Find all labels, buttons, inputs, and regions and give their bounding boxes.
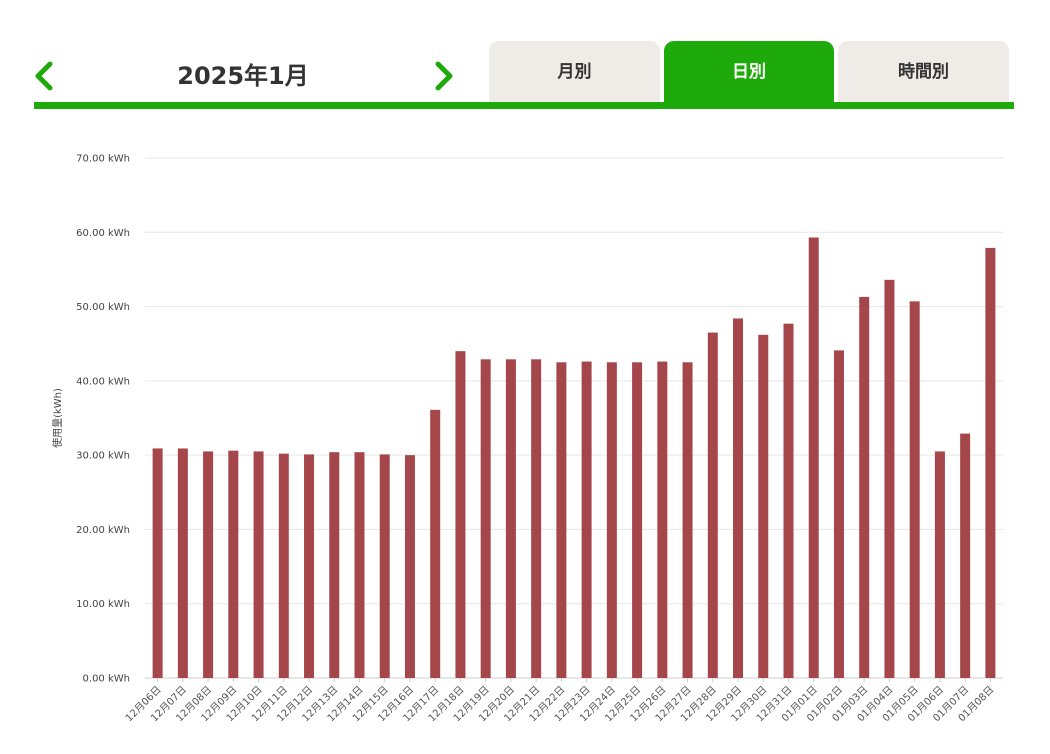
chevron-left-icon bbox=[35, 61, 53, 91]
bar[interactable] bbox=[632, 362, 643, 678]
y-tick-label: 30.00 kWh bbox=[76, 451, 130, 462]
bar[interactable] bbox=[531, 359, 542, 678]
y-tick-label: 10.00 kWh bbox=[76, 599, 130, 610]
bar[interactable] bbox=[329, 452, 340, 678]
bar[interactable] bbox=[455, 351, 466, 678]
y-tick-label: 60.00 kWh bbox=[76, 228, 130, 239]
bar[interactable] bbox=[404, 455, 415, 678]
bar[interactable] bbox=[934, 451, 945, 678]
bar[interactable] bbox=[354, 452, 365, 678]
bar[interactable] bbox=[707, 332, 718, 678]
bar[interactable] bbox=[430, 409, 441, 678]
tab-monthly[interactable]: 月別 bbox=[489, 41, 660, 103]
tab-hourly[interactable]: 時間別 bbox=[838, 41, 1009, 103]
daily-usage-chart: 0.00 kWh 10.00 kWh 20.00 kWh 30.00 kWh 40.00… bbox=[51, 154, 1003, 724]
bar[interactable] bbox=[884, 279, 895, 678]
bar[interactable] bbox=[581, 361, 592, 678]
next-month-button[interactable] bbox=[428, 58, 458, 94]
page-title: 2025年1月 bbox=[177, 62, 309, 90]
y-tick-label: 70.00 kWh bbox=[76, 154, 130, 165]
y-tick-label: 40.00 kWh bbox=[76, 376, 130, 387]
chevron-right-icon bbox=[435, 61, 453, 91]
y-axis-label: 使用量(kWh) bbox=[51, 388, 64, 448]
bar[interactable] bbox=[859, 296, 870, 678]
bar[interactable] bbox=[733, 318, 744, 678]
bar[interactable] bbox=[833, 350, 844, 678]
bar[interactable] bbox=[960, 433, 971, 678]
y-tick-label: 0.00 kWh bbox=[83, 674, 130, 685]
bar[interactable] bbox=[556, 362, 567, 678]
bar[interactable] bbox=[606, 362, 617, 678]
bar[interactable] bbox=[253, 451, 264, 678]
y-tick-label: 50.00 kWh bbox=[76, 302, 130, 313]
bar[interactable] bbox=[783, 323, 794, 678]
bar[interactable] bbox=[152, 448, 163, 678]
bar[interactable] bbox=[758, 334, 769, 678]
y-tick-label: 20.00 kWh bbox=[76, 525, 130, 536]
bar[interactable] bbox=[304, 454, 315, 678]
bar[interactable] bbox=[909, 301, 920, 678]
bar[interactable] bbox=[682, 362, 693, 678]
bar[interactable] bbox=[480, 359, 491, 678]
bar[interactable] bbox=[228, 450, 239, 678]
prev-month-button[interactable] bbox=[30, 58, 60, 94]
bar[interactable] bbox=[203, 451, 214, 678]
tab-daily[interactable]: 日別 bbox=[664, 41, 834, 103]
tab-underline bbox=[34, 102, 1014, 109]
bar[interactable] bbox=[657, 361, 668, 678]
bar[interactable] bbox=[278, 453, 289, 678]
bar[interactable] bbox=[379, 454, 390, 678]
bar[interactable] bbox=[808, 237, 819, 678]
bar[interactable] bbox=[177, 448, 188, 678]
bar[interactable] bbox=[985, 247, 996, 678]
bar[interactable] bbox=[505, 359, 516, 678]
